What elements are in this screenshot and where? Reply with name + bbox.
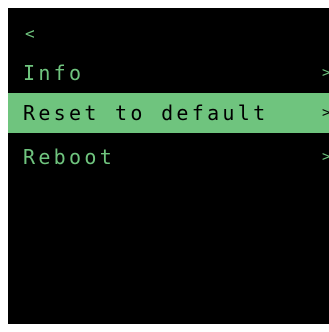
menu-item-info[interactable]: Info > — [8, 53, 329, 93]
chevron-right-icon: > — [322, 149, 329, 165]
menu-item-reboot[interactable]: Reboot > — [8, 137, 329, 177]
menu-item-label: Reboot — [23, 145, 116, 169]
chevron-right-icon: > — [322, 105, 329, 121]
menu-item-reset-to-default[interactable]: Reset to default > — [8, 93, 329, 133]
back-button[interactable]: < — [25, 24, 55, 44]
menu-item-label: Info — [23, 61, 85, 85]
menu-item-label: Reset to default — [23, 101, 269, 125]
chevron-right-icon: > — [322, 65, 329, 81]
device-screen: < Info > Reset to default > Reboot > — [8, 8, 329, 324]
